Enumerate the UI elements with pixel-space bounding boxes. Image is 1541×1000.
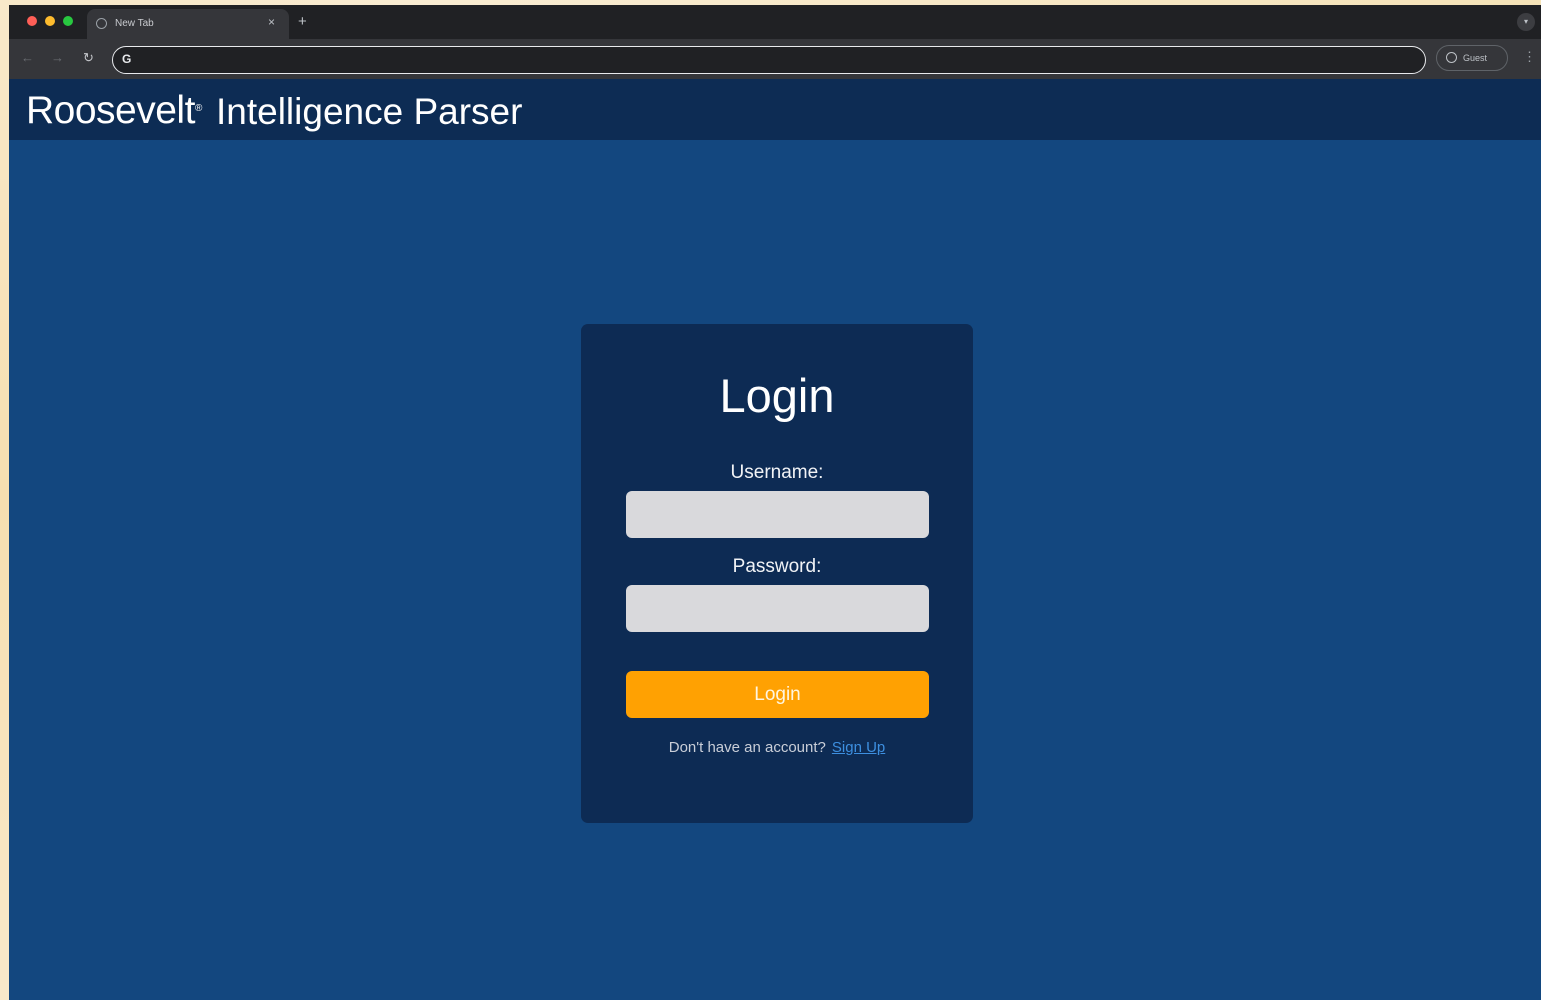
globe-icon	[96, 18, 107, 29]
browser-tab[interactable]: New Tab ×	[87, 9, 289, 39]
profile-button[interactable]: Guest	[1436, 45, 1508, 71]
password-input[interactable]	[626, 585, 929, 632]
reload-icon[interactable]: ↻	[83, 51, 94, 65]
close-tab-icon[interactable]: ×	[268, 16, 275, 28]
browser-toolbar: ← → ↻ G Guest ⋮	[9, 39, 1541, 79]
login-button[interactable]: Login	[626, 671, 929, 718]
signup-prompt: Don't have an account?	[668, 739, 826, 756]
close-window-button[interactable]	[27, 16, 37, 26]
brand-name: Roosevelt	[26, 89, 195, 132]
minimize-window-button[interactable]	[45, 16, 55, 26]
tab-title: New Tab	[115, 18, 154, 29]
login-card: Login Username: Password: Login Don't ha…	[581, 324, 973, 823]
sign-up-link[interactable]: Sign Up	[832, 739, 885, 756]
browser-menu-icon[interactable]: ⋮	[1523, 50, 1536, 64]
username-label: Username:	[730, 462, 824, 483]
tab-strip: New Tab × + ▾	[9, 5, 1541, 39]
password-label: Password:	[732, 556, 822, 577]
forward-arrow-icon[interactable]: →	[51, 51, 64, 65]
brand-mark: ®	[194, 103, 202, 114]
back-arrow-icon[interactable]: ←	[21, 51, 34, 65]
address-bar[interactable]: G	[112, 46, 1426, 74]
app-header: Roosevelt® Intelligence Parser	[9, 79, 1541, 140]
browser-window: New Tab × + ▾ ← → ↻ G Guest ⋮ Roosevelt®…	[9, 5, 1541, 1000]
zoom-window-button[interactable]	[63, 16, 73, 26]
app-title: Intelligence Parser	[216, 91, 523, 132]
tab-search-button[interactable]: ▾	[1517, 13, 1535, 31]
new-tab-button[interactable]: +	[298, 14, 307, 29]
roosevelt-logo: Roosevelt®	[26, 89, 202, 133]
google-icon: G	[122, 52, 132, 66]
profile-label: Guest	[1463, 53, 1488, 63]
signup-row: Don't have an account? Sign Up	[581, 739, 973, 757]
username-input[interactable]	[626, 491, 929, 538]
guest-profile-icon	[1446, 52, 1457, 63]
login-heading: Login	[719, 369, 835, 422]
